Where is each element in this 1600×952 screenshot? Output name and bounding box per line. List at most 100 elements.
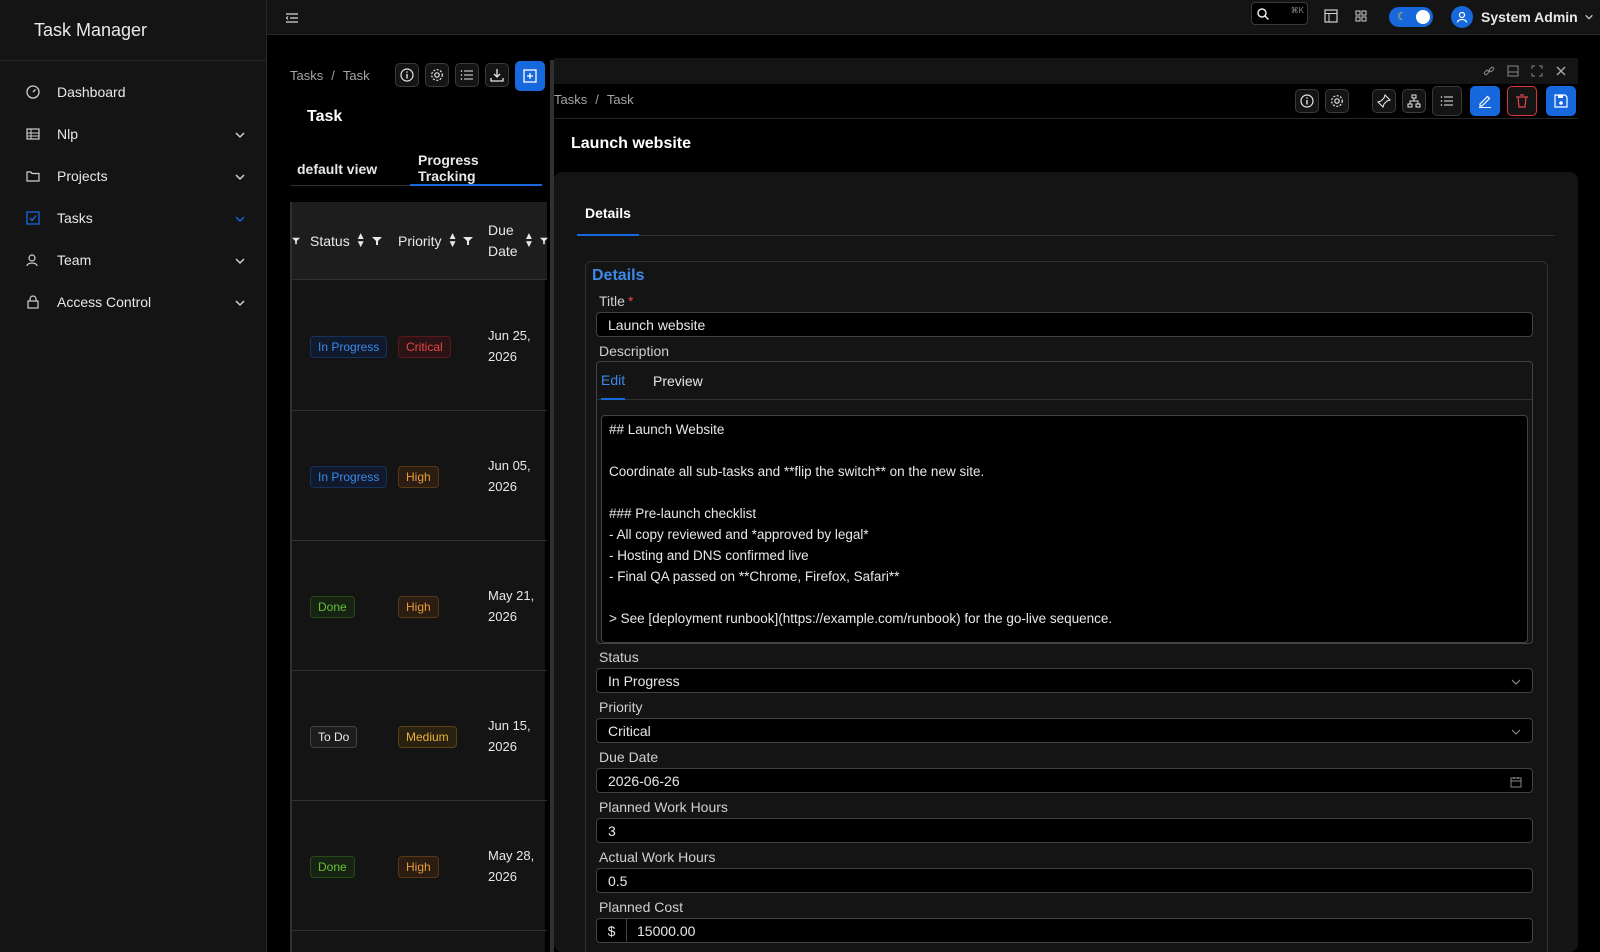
theme-toggle[interactable]: ☾ [1389, 7, 1433, 27]
task-list-panel: Tasks / Task Task default view Progress … [290, 60, 548, 952]
tab-default-view[interactable]: default view [297, 152, 377, 186]
breadcrumb-tasks[interactable]: Tasks [290, 68, 323, 83]
search-shortcut: ⌘K [1290, 6, 1304, 15]
title-field[interactable]: Launch website [596, 312, 1533, 337]
add-task-button[interactable] [515, 61, 545, 91]
user-menu[interactable]: System Admin [1451, 6, 1594, 28]
search-icon [1256, 7, 1270, 21]
table-row[interactable]: In Progress Critical Jun 25, 2026 [292, 281, 547, 411]
tab-edit[interactable]: Edit [601, 362, 626, 400]
currency-prefix: $ [597, 919, 627, 942]
app-title: Task Manager [0, 0, 266, 61]
sidebar-item-team[interactable]: Team [0, 239, 266, 281]
divider [554, 118, 1578, 119]
title-label: Title * [599, 293, 634, 309]
pin-button[interactable] [1372, 89, 1396, 113]
detail-tabs: Details [577, 192, 1555, 236]
moon-icon: ☾ [1397, 11, 1407, 23]
chevron-down-icon[interactable] [234, 128, 246, 140]
minimize-icon[interactable] [1507, 64, 1519, 80]
info-button[interactable] [1295, 89, 1319, 113]
delete-button[interactable] [1507, 86, 1537, 116]
hierarchy-button[interactable] [1402, 89, 1426, 113]
tasks-table: Status ▲ ▼ Priority ▲ ▼ Due Date ▲ ▼ In Prog… [290, 202, 548, 952]
priority-badge: High [398, 466, 439, 488]
sidebar-item-tasks[interactable]: Tasks [0, 197, 266, 239]
window-controls [554, 58, 1578, 84]
chevron-down-icon[interactable] [234, 296, 246, 308]
planned-cost-label: Planned Cost [599, 899, 684, 915]
breadcrumb: Tasks / Task [290, 67, 370, 83]
table-row[interactable]: Done High May 28, 2026 [292, 801, 547, 931]
detail-card: Details Details Title * Launch website De… [554, 172, 1578, 952]
status-badge: In Progress [310, 336, 388, 358]
details-form: Details Title * Launch website Descriptio… [585, 261, 1548, 952]
record-title: Launch website [571, 135, 692, 152]
due-date-cell: May 21, 2026 [488, 588, 535, 624]
priority-badge: High [398, 856, 439, 878]
list-button[interactable] [1432, 86, 1462, 116]
column-status[interactable]: Status ▲ ▼ [310, 202, 382, 280]
team-icon [25, 252, 41, 268]
save-button[interactable] [1546, 86, 1576, 116]
filter-icon[interactable] [292, 202, 300, 280]
folder-icon [25, 168, 41, 184]
description-textarea[interactable]: ## Launch Website Coordinate all sub-tas… [601, 415, 1528, 643]
toggle-knob [1416, 10, 1430, 24]
list-button[interactable] [455, 63, 479, 87]
due-date-picker[interactable]: 2026-06-26 [596, 768, 1533, 793]
chevron-down-icon [1584, 9, 1594, 25]
global-search-input[interactable]: ⌘K [1251, 2, 1308, 25]
download-button[interactable] [485, 63, 509, 87]
sidebar-item-dashboard[interactable]: Dashboard [0, 71, 266, 113]
markdown-tabs: Edit Preview [597, 362, 1532, 400]
sidebar-item-label: Nlp [57, 126, 79, 142]
dashboard-icon [25, 84, 41, 100]
sidebar-item-access-control[interactable]: Access Control [0, 281, 266, 323]
filter-icon[interactable] [539, 231, 548, 252]
sidebar-item-projects[interactable]: Projects [0, 155, 266, 197]
description-label: Description [599, 343, 670, 359]
sort-icon[interactable]: ▲ ▼ [356, 232, 366, 250]
page-title: Task [307, 108, 343, 125]
chevron-down-icon[interactable] [234, 170, 246, 182]
tab-preview[interactable]: Preview [653, 362, 703, 400]
planned-hours-input[interactable]: 3 [596, 818, 1533, 843]
status-select[interactable]: In Progress [596, 668, 1533, 693]
settings-button[interactable] [425, 63, 449, 87]
filter-icon[interactable] [371, 233, 382, 249]
description-editor: Edit Preview ## Launch Website Coordinat… [596, 361, 1533, 644]
table-row[interactable]: To Do Medium Jun 15, 2026 [292, 671, 547, 801]
chevron-down-icon[interactable] [234, 212, 246, 224]
filter-icon[interactable] [463, 233, 474, 249]
actual-hours-input[interactable]: 0.5 [596, 868, 1533, 893]
sidebar-item-nlp[interactable]: Nlp [0, 113, 266, 155]
actual-hours-label: Actual Work Hours [599, 849, 716, 865]
sort-icon[interactable]: ▲ ▼ [524, 232, 534, 250]
table-row[interactable]: Done High May 21, 2026 [292, 541, 547, 671]
expand-icon[interactable] [1531, 64, 1543, 80]
tab-progress-tracking[interactable]: Progress Tracking [410, 152, 542, 186]
chevron-down-icon[interactable] [234, 254, 246, 266]
edit-button[interactable] [1470, 86, 1500, 116]
settings-button[interactable] [1325, 89, 1349, 113]
column-priority[interactable]: Priority ▲ ▼ [398, 202, 474, 280]
tab-details[interactable]: Details [577, 192, 639, 236]
column-due-date[interactable]: Due Date ▲ ▼ [488, 202, 548, 280]
priority-badge: Critical [398, 336, 451, 358]
table-row[interactable]: In Progress High Jun 05, 2026 [292, 411, 547, 541]
layout-icon[interactable] [1324, 9, 1340, 25]
grid-icon[interactable] [1354, 9, 1370, 25]
close-icon[interactable] [1555, 64, 1567, 80]
breadcrumb-tasks[interactable]: Tasks [554, 92, 587, 107]
sidebar-item-label: Tasks [57, 210, 93, 226]
priority-label: Priority [599, 699, 643, 715]
planned-cost-input[interactable]: $ 15000.00 [596, 918, 1533, 943]
menu-fold-icon[interactable] [284, 10, 300, 26]
info-button[interactable] [395, 63, 419, 87]
sidebar: Task Manager Dashboard Nlp Projects Task… [0, 0, 267, 952]
status-badge: Done [310, 596, 355, 618]
priority-select[interactable]: Critical [596, 718, 1533, 743]
link-icon[interactable] [1483, 64, 1495, 80]
sort-icon[interactable]: ▲ ▼ [448, 232, 458, 250]
